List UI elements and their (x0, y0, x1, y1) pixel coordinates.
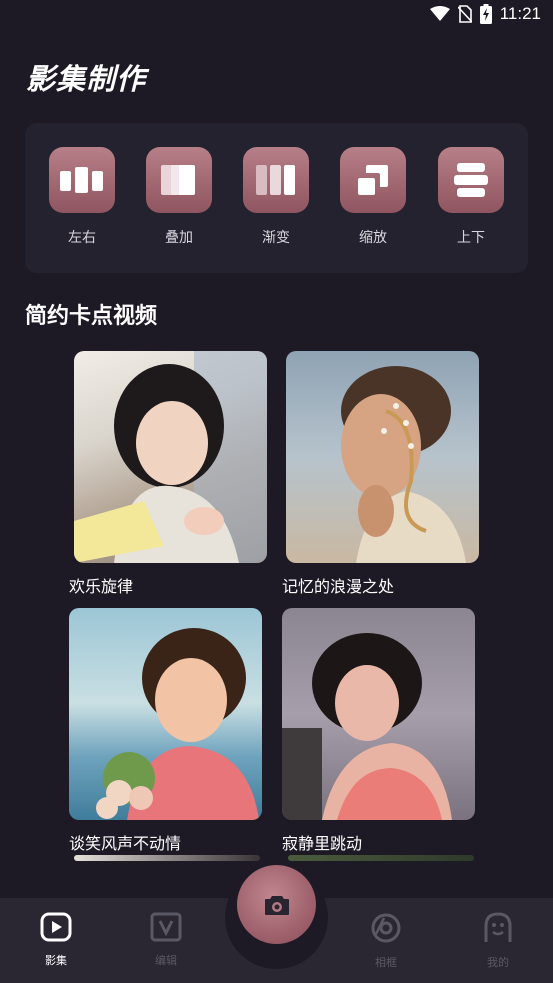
template-title: 记忆的浪漫之处 (282, 577, 395, 596)
no-sim-icon (457, 5, 472, 23)
effect-left-right[interactable]: 左右 (42, 147, 122, 247)
tab-frame[interactable]: 相框 (356, 912, 416, 970)
tab-edit[interactable]: 编辑 (136, 912, 196, 968)
camera-icon (264, 895, 289, 915)
zoom-icon (358, 165, 388, 195)
template-card[interactable]: 寂静里跳动 (282, 608, 475, 854)
effect-tile[interactable] (49, 147, 115, 213)
effect-up-down[interactable]: 上下 (431, 147, 511, 247)
tab-profile[interactable]: 我的 (468, 912, 528, 970)
template-title: 欢乐旋律 (69, 577, 134, 596)
tab-label: 相框 (375, 956, 397, 969)
effect-tile[interactable] (438, 147, 504, 213)
effect-tile[interactable] (340, 147, 406, 213)
template-card[interactable]: 欢乐旋律 (69, 351, 267, 597)
template-card[interactable]: 谈笑风声不动情 (69, 608, 262, 854)
effect-tile[interactable] (146, 147, 212, 213)
effect-tile[interactable] (243, 147, 309, 213)
effect-gradient[interactable]: 渐变 (236, 147, 316, 247)
status-time: 11:21 (499, 4, 541, 23)
battery-charging-icon (479, 4, 492, 24)
page-title: 影集制作 (26, 62, 147, 96)
effect-zoom[interactable]: 缩放 (333, 147, 413, 247)
wifi-icon (429, 6, 450, 21)
effect-label: 上下 (457, 230, 485, 246)
edit-v-icon (150, 912, 182, 942)
section-title: 简约卡点视频 (25, 304, 158, 329)
template-thumbnail[interactable] (282, 608, 475, 820)
effect-label: 渐变 (262, 230, 290, 246)
template-title: 谈笑风声不动情 (69, 834, 182, 853)
template-title: 寂静里跳动 (282, 834, 363, 853)
portrait-woman-tank-image (282, 633, 452, 820)
portrait-girl-image (74, 351, 267, 563)
status-icons: 11:21 (429, 4, 541, 24)
template-card[interactable]: 记忆的浪漫之处 (282, 351, 479, 597)
tab-label: 影集 (45, 954, 67, 967)
effect-overlay[interactable]: 叠加 (139, 147, 219, 247)
effects-panel: 左右 叠加 渐变 缩放 上下 (25, 123, 528, 273)
template-thumbnail[interactable] (74, 351, 267, 563)
effect-label: 左右 (68, 230, 96, 246)
effect-label: 缩放 (359, 230, 387, 246)
status-bar: 11:21 (0, 0, 553, 30)
effect-label: 叠加 (165, 230, 193, 246)
template-card-partial (74, 855, 260, 861)
template-card-partial (288, 855, 474, 861)
tab-album[interactable]: 影集 (26, 912, 86, 968)
overlay-icon (161, 165, 195, 195)
template-thumbnail[interactable] (286, 351, 479, 563)
up-down-icon (454, 163, 488, 197)
camera-button[interactable] (237, 865, 316, 944)
tab-label: 编辑 (155, 954, 177, 967)
album-play-icon (40, 912, 72, 942)
gradient-icon (256, 165, 295, 195)
portrait-smiling-girl-image (96, 628, 259, 820)
portrait-woman-flowers-image (341, 366, 466, 563)
profile-face-icon (484, 912, 512, 942)
template-thumbnail[interactable] (69, 608, 262, 820)
frame-camera-icon (371, 913, 401, 943)
left-right-icon (60, 167, 103, 193)
tab-label: 我的 (487, 956, 509, 969)
